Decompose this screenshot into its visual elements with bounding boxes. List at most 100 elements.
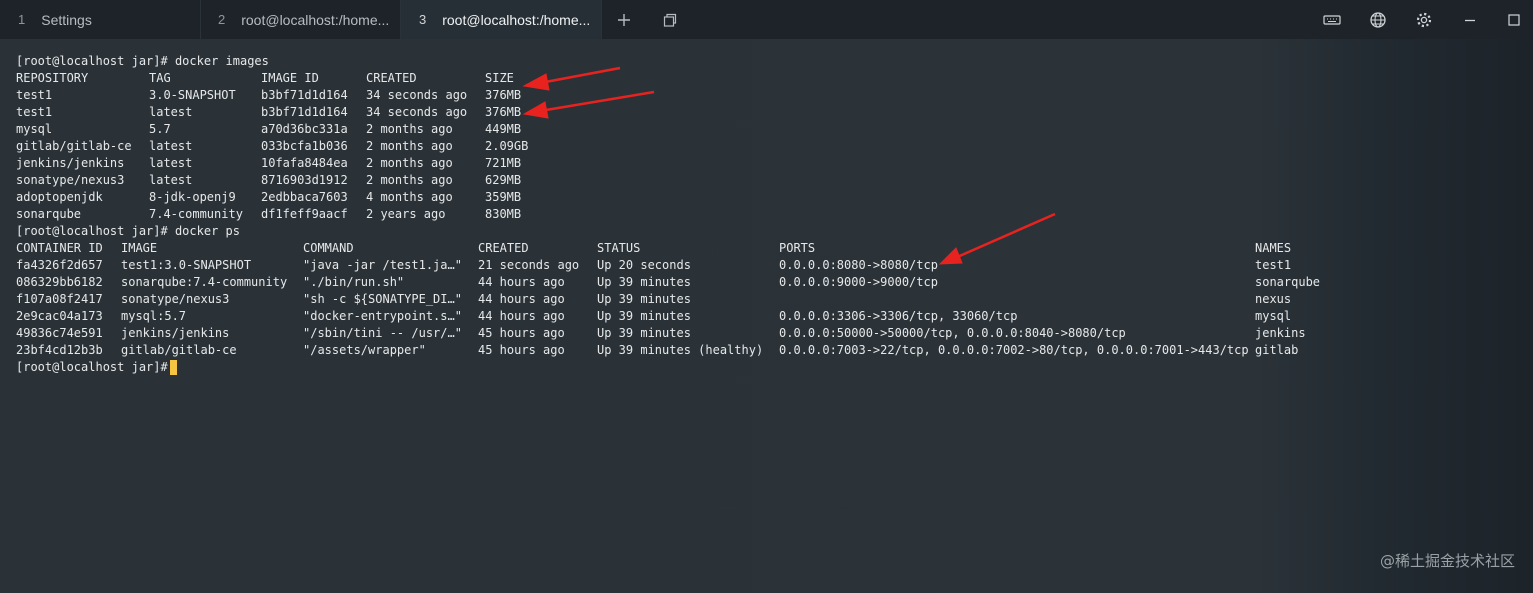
repository-cell: jenkins/jenkins [16, 156, 125, 170]
column-header-tag: TAG [149, 71, 171, 85]
command-cell: "sh -c ${SONATYPE_DI…" [303, 292, 462, 306]
terminal-command-line: [root@localhost jar]# docker images [16, 54, 269, 68]
names-cell: gitlab [1255, 343, 1299, 357]
created-cell: 2 years ago [366, 207, 446, 221]
ports-cell: 0.0.0.0:50000->50000/tcp, 0.0.0.0:8040->… [779, 326, 1126, 340]
ports-cell: 0.0.0.0:9000->9000/tcp [779, 275, 938, 289]
created-cell: 45 hours ago [478, 326, 565, 340]
column-header-command: COMMAND [303, 241, 354, 255]
status-cell: Up 39 minutes [597, 275, 691, 289]
repository-cell: sonatype/nexus3 [16, 173, 125, 187]
ports-cell: 0.0.0.0:3306->3306/tcp, 33060/tcp [779, 309, 1018, 323]
image-cell: sonarqube:7.4-community [121, 275, 288, 289]
size-cell: 2.09GB [485, 139, 529, 153]
tag-cell: latest [149, 156, 193, 170]
tab-bar: 1 Settings 2 root@localhost:/home... 3 r… [0, 0, 1533, 39]
image-id-cell: 2edbbaca7603 [261, 190, 348, 204]
terminal-pane[interactable] [0, 39, 1533, 593]
tag-cell: 7.4-community [149, 207, 243, 221]
created-cell: 2 months ago [366, 139, 453, 153]
created-cell: 34 seconds ago [366, 105, 468, 119]
duplicate-window-icon[interactable] [659, 9, 681, 31]
created-cell: 21 seconds ago [478, 258, 580, 272]
size-cell: 629MB [485, 173, 522, 187]
image-id-cell: a70d36bc331a [261, 122, 348, 136]
container-id-cell: fa4326f2d657 [16, 258, 103, 272]
repository-cell: mysql [16, 122, 53, 136]
column-header-image: IMAGE [121, 241, 158, 255]
status-cell: Up 39 minutes [597, 326, 691, 340]
repository-cell: gitlab/gitlab-ce [16, 139, 132, 153]
size-cell: 359MB [485, 190, 522, 204]
ports-cell: 0.0.0.0:8080->8080/tcp [779, 258, 938, 272]
size-cell: 376MB [485, 88, 522, 102]
repository-cell: adoptopenjdk [16, 190, 103, 204]
image-cell: sonatype/nexus3 [121, 292, 230, 306]
image-cell: gitlab/gitlab-ce [121, 343, 237, 357]
tab-terminal-3[interactable]: 3 root@localhost:/home... [401, 0, 602, 39]
maximize-icon[interactable] [1503, 9, 1525, 31]
minimize-icon[interactable] [1459, 9, 1481, 31]
globe-icon[interactable] [1367, 9, 1389, 31]
image-id-cell: 033bcfa1b036 [261, 139, 348, 153]
command-cell: "/assets/wrapper" [303, 343, 426, 357]
container-id-cell: f107a08f2417 [16, 292, 103, 306]
column-header-container-id: CONTAINER ID [16, 241, 103, 255]
created-cell: 2 months ago [366, 173, 453, 187]
column-header-status: STATUS [597, 241, 641, 255]
tab-terminal-2[interactable]: 2 root@localhost:/home... [200, 0, 401, 39]
names-cell: test1 [1255, 258, 1292, 272]
ports-cell: 0.0.0.0:7003->22/tcp, 0.0.0.0:7002->80/t… [779, 343, 1249, 357]
tag-cell: latest [149, 173, 193, 187]
image-cell: test1:3.0-SNAPSHOT [121, 258, 252, 272]
image-id-cell: b3bf71d1d164 [261, 105, 348, 119]
column-header-repository: REPOSITORY [16, 71, 89, 85]
tab-label: root@localhost:/home... [241, 11, 390, 28]
watermark: @稀土掘金技术社区 [1379, 552, 1515, 570]
created-cell: 44 hours ago [478, 275, 565, 289]
names-cell: mysql [1255, 309, 1292, 323]
container-id-cell: 49836c74e591 [16, 326, 103, 340]
repository-cell: test1 [16, 105, 53, 119]
image-id-cell: 8716903d1912 [261, 173, 348, 187]
command-cell: "./bin/run.sh" [303, 275, 405, 289]
size-cell: 376MB [485, 105, 522, 119]
image-cell: jenkins/jenkins [121, 326, 230, 340]
repository-cell: sonarqube [16, 207, 82, 221]
tab-label: Settings [41, 11, 92, 28]
created-cell: 45 hours ago [478, 343, 565, 357]
tag-cell: latest [149, 105, 193, 119]
tab-label: root@localhost:/home... [442, 11, 591, 28]
gear-icon[interactable] [1413, 9, 1435, 31]
size-cell: 449MB [485, 122, 522, 136]
created-cell: 4 months ago [366, 190, 453, 204]
status-cell: Up 20 seconds [597, 258, 691, 272]
tab-number: 1 [18, 12, 26, 27]
names-cell: jenkins [1255, 326, 1306, 340]
created-cell: 34 seconds ago [366, 88, 468, 102]
repository-cell: test1 [16, 88, 53, 102]
created-cell: 44 hours ago [478, 292, 565, 306]
column-header-created: CREATED [478, 241, 529, 255]
column-header-created: CREATED [366, 71, 417, 85]
tag-cell: 8-jdk-openj9 [149, 190, 236, 204]
image-cell: mysql:5.7 [121, 309, 187, 323]
image-id-cell: df1feff9aacf [261, 207, 348, 221]
tag-cell: latest [149, 139, 193, 153]
command-cell: "docker-entrypoint.s…" [303, 309, 462, 323]
keyboard-icon[interactable] [1321, 9, 1343, 31]
tab-settings[interactable]: 1 Settings [0, 0, 201, 39]
new-tab-icon[interactable] [613, 9, 635, 31]
tab-number: 2 [218, 12, 226, 27]
image-id-cell: 10fafa8484ea [261, 156, 348, 170]
terminal-prompt: [root@localhost jar]# [16, 360, 168, 374]
column-header-names: NAMES [1255, 241, 1292, 255]
column-header-size: SIZE [485, 71, 514, 85]
created-cell: 2 months ago [366, 156, 453, 170]
tag-cell: 5.7 [149, 122, 171, 136]
created-cell: 2 months ago [366, 122, 453, 136]
container-id-cell: 086329bb6182 [16, 275, 103, 289]
terminal-command-line: [root@localhost jar]# docker ps [16, 224, 240, 238]
image-id-cell: b3bf71d1d164 [261, 88, 348, 102]
status-cell: Up 39 minutes [597, 292, 691, 306]
